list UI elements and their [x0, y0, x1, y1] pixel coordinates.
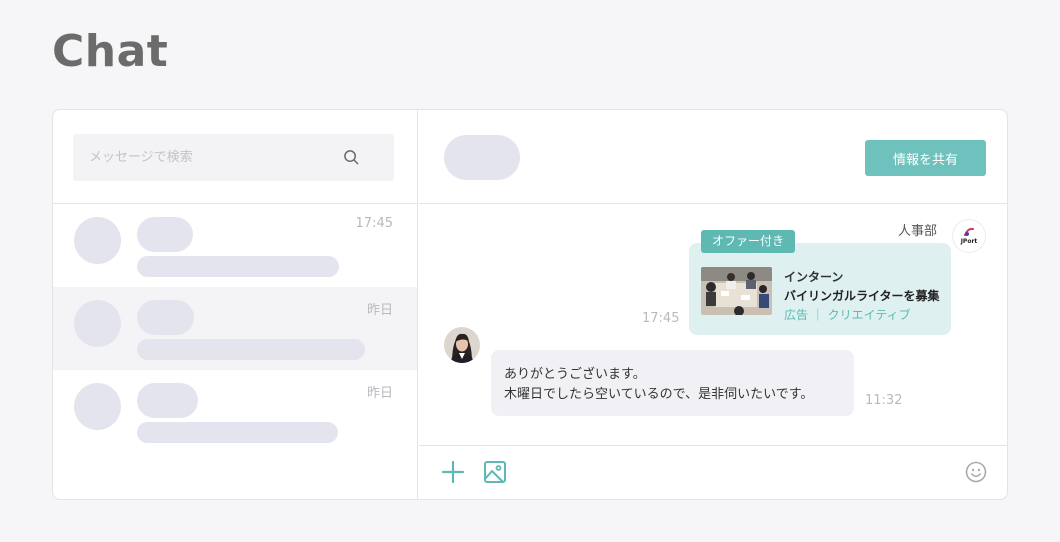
avatar-placeholder — [74, 300, 121, 347]
conversation-time: 17:45 — [355, 216, 393, 231]
partner-name-placeholder — [444, 135, 520, 180]
conversation-time: 昨日 — [366, 303, 393, 318]
offer-card[interactable]: インターン バイリンガルライターを募集 広告 ｜ クリエイティブ — [689, 243, 951, 335]
message-list: 人事部 JPort オファー付き インターン バイリンガルライターを募集 広告 … — [419, 204, 1007, 447]
page-title: Chat — [52, 26, 169, 77]
message-composer — [419, 445, 1007, 499]
chat-window: 17:45 昨日 昨日 情報を共有 人事部 — [52, 109, 1008, 500]
conversation-item[interactable]: 17:45 — [53, 204, 417, 287]
reply-timestamp: 11:32 — [865, 393, 903, 408]
sender-name: 人事部 — [897, 224, 937, 239]
share-info-button[interactable]: 情報を共有 — [865, 140, 986, 176]
search-icon[interactable] — [343, 149, 360, 166]
offer-title: バイリンガルライターを募集 — [784, 289, 940, 303]
emoji-icon[interactable] — [965, 461, 987, 483]
name-placeholder — [137, 300, 194, 335]
reply-message-bubble: ありがとうございます。 木曜日でしたら空いているので、是非伺いたいです。 — [491, 350, 854, 416]
conversation-sidebar: 17:45 昨日 昨日 — [53, 110, 418, 499]
offer-type: インターン — [784, 270, 844, 284]
offer-tags[interactable]: 広告 ｜ クリエイティブ — [784, 306, 911, 323]
preview-placeholder — [137, 339, 365, 360]
name-placeholder — [137, 383, 198, 418]
preview-placeholder — [137, 422, 338, 443]
avatar-placeholder — [74, 383, 121, 430]
reply-text-line: 木曜日でしたら空いているので、是非伺いたいです。 — [504, 387, 814, 402]
conversation-time: 昨日 — [366, 386, 393, 401]
search-box — [73, 134, 394, 181]
user-avatar — [444, 327, 480, 363]
name-placeholder — [137, 217, 193, 252]
thread-header: 情報を共有 — [419, 110, 1007, 204]
image-icon[interactable] — [483, 460, 507, 484]
offer-timestamp: 17:45 — [642, 311, 680, 326]
company-logo-text: JPort — [960, 238, 978, 245]
company-logo-mark — [964, 227, 974, 236]
avatar-placeholder — [74, 217, 121, 264]
offer-badge: オファー付き — [701, 230, 796, 253]
sidebar-header — [53, 110, 417, 204]
preview-placeholder — [137, 256, 339, 277]
conversation-item[interactable]: 昨日 — [53, 370, 417, 453]
search-input[interactable] — [89, 134, 329, 181]
add-icon[interactable] — [441, 460, 465, 484]
chat-thread: 情報を共有 人事部 JPort オファー付き インターン バイリンガルライターを… — [419, 110, 1007, 499]
reply-text-line: ありがとうございます。 — [504, 367, 646, 382]
company-logo: JPort — [952, 219, 986, 253]
conversation-item[interactable]: 昨日 — [53, 287, 417, 370]
offer-thumbnail — [701, 267, 772, 315]
